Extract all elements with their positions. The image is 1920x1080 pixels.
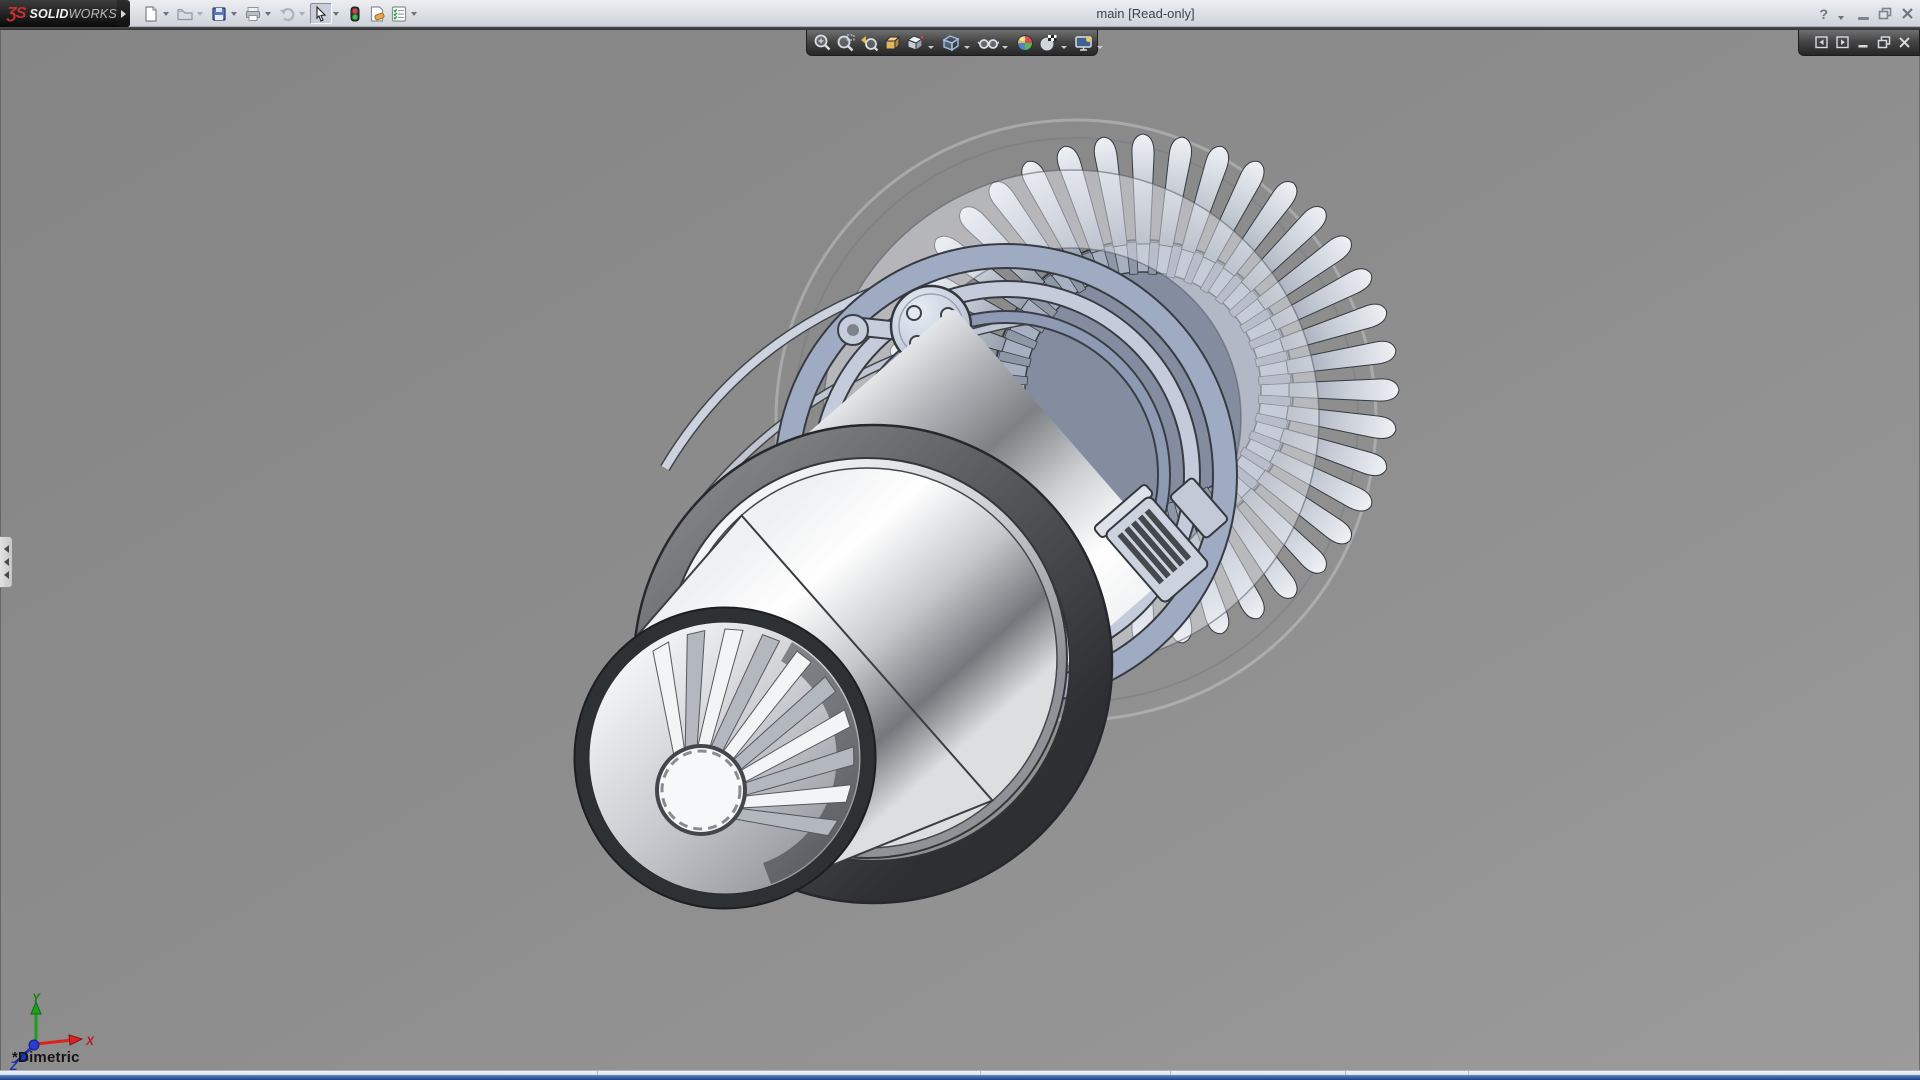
help-icon[interactable]: ?: [1819, 6, 1828, 22]
brand-name-light: WORKS: [69, 7, 117, 21]
left-arrow-icon: [4, 545, 9, 553]
next-pane-button[interactable]: [1836, 36, 1850, 49]
triad-y-label: Y: [32, 992, 41, 1005]
view-settings-button[interactable]: [1074, 31, 1094, 55]
toolbar-separator-line: [0, 27, 1920, 30]
right-arrow-icon: [121, 10, 126, 18]
display-style-button[interactable]: [941, 31, 961, 55]
file-properties-button[interactable]: [366, 3, 388, 24]
rebuild-button[interactable]: [344, 3, 366, 24]
section-view-icon: [882, 33, 902, 53]
document-minimize-button[interactable]: [1857, 36, 1870, 49]
main-toolbar: [140, 2, 422, 25]
solidworks-logo: ƷS SOLIDWORKS: [0, 0, 117, 27]
headsup-view-toolbar: [806, 30, 1098, 56]
open-dropdown-caret[interactable]: [197, 12, 203, 16]
eyeglasses-icon: [977, 33, 999, 53]
featuremanager-collapse-tab[interactable]: [0, 536, 13, 588]
previous-pane-button[interactable]: [1815, 36, 1829, 49]
left-arrow-icon: [4, 571, 9, 579]
window-close-button[interactable]: [1901, 7, 1914, 20]
window-minimize-button[interactable]: [1858, 17, 1869, 20]
select-dropdown-caret[interactable]: [333, 12, 339, 16]
hide-show-items-button[interactable]: [977, 31, 999, 55]
scene-checker-ball-icon: [1038, 33, 1058, 53]
save-dropdown-caret[interactable]: [231, 12, 237, 16]
options-dropdown-caret[interactable]: [411, 12, 417, 16]
options-button[interactable]: [388, 3, 410, 24]
view-settings-caret[interactable]: [1097, 46, 1103, 49]
appearance-ball-icon: [1015, 33, 1035, 53]
undo-icon: [278, 5, 296, 23]
zoom-to-area-button[interactable]: [836, 31, 856, 55]
edit-appearance-button[interactable]: [1015, 31, 1035, 55]
zoom-to-fit-icon: [813, 33, 833, 53]
graphics-viewport[interactable]: [0, 30, 1920, 1070]
rebuild-traffic-light-icon: [346, 5, 364, 23]
view-orientation-label: *Dimetric: [12, 1049, 80, 1066]
spline-hub[interactable]: [657, 746, 745, 834]
save-button[interactable]: [208, 3, 230, 24]
document-restore-button[interactable]: [1877, 36, 1891, 49]
taskbar-top-edge: [0, 1075, 1920, 1080]
left-arrow-icon: [4, 558, 9, 566]
previous-view-button[interactable]: [859, 31, 879, 55]
triad-x-label: X: [85, 1034, 95, 1048]
open-folder-icon: [176, 5, 194, 23]
save-floppy-icon: [210, 5, 228, 23]
zoom-to-fit-button[interactable]: [813, 31, 833, 55]
view-orientation-button[interactable]: [905, 31, 925, 55]
new-document-icon: [142, 5, 160, 23]
previous-view-icon: [859, 33, 879, 53]
file-properties-icon: [368, 5, 386, 23]
brand-name-bold: SOLID: [29, 7, 68, 21]
display-style-caret[interactable]: [964, 46, 970, 49]
menu-flyout-arrow[interactable]: [117, 0, 130, 27]
print-button[interactable]: [242, 3, 264, 24]
new-dropdown-caret[interactable]: [163, 12, 169, 16]
brand-glyph: ƷS: [7, 5, 25, 23]
undo-dropdown-caret[interactable]: [299, 12, 305, 16]
view-orientation-caret[interactable]: [928, 46, 934, 49]
print-icon: [244, 5, 262, 23]
undo-button[interactable]: [276, 3, 298, 24]
section-view-button[interactable]: [882, 31, 902, 55]
apply-scene-caret[interactable]: [1061, 46, 1067, 49]
help-dropdown-caret[interactable]: [1838, 16, 1844, 20]
new-document-button[interactable]: [140, 3, 162, 24]
select-cursor-icon: [312, 5, 330, 23]
engine-model-3d[interactable]: [1, 0, 1920, 1080]
view-orientation-icon: [905, 33, 925, 53]
zoom-to-area-icon: [836, 33, 856, 53]
display-style-icon: [941, 33, 961, 53]
open-document-button[interactable]: [174, 3, 196, 24]
print-dropdown-caret[interactable]: [265, 12, 271, 16]
window-restore-button[interactable]: [1878, 7, 1892, 20]
document-close-button[interactable]: [1898, 36, 1911, 49]
apply-scene-button[interactable]: [1038, 31, 1058, 55]
document-title: main [Read-only]: [1058, 6, 1233, 21]
titlebar-window-controls: ?: [1819, 0, 1914, 27]
hide-show-caret[interactable]: [1002, 46, 1008, 49]
document-window-controls: [1798, 30, 1920, 56]
options-checklist-icon: [390, 5, 408, 23]
titlebar[interactable]: ƷS SOLIDWORKS main [Read-on: [0, 0, 1920, 27]
select-button[interactable]: [310, 3, 332, 24]
view-settings-icon: [1074, 33, 1094, 53]
